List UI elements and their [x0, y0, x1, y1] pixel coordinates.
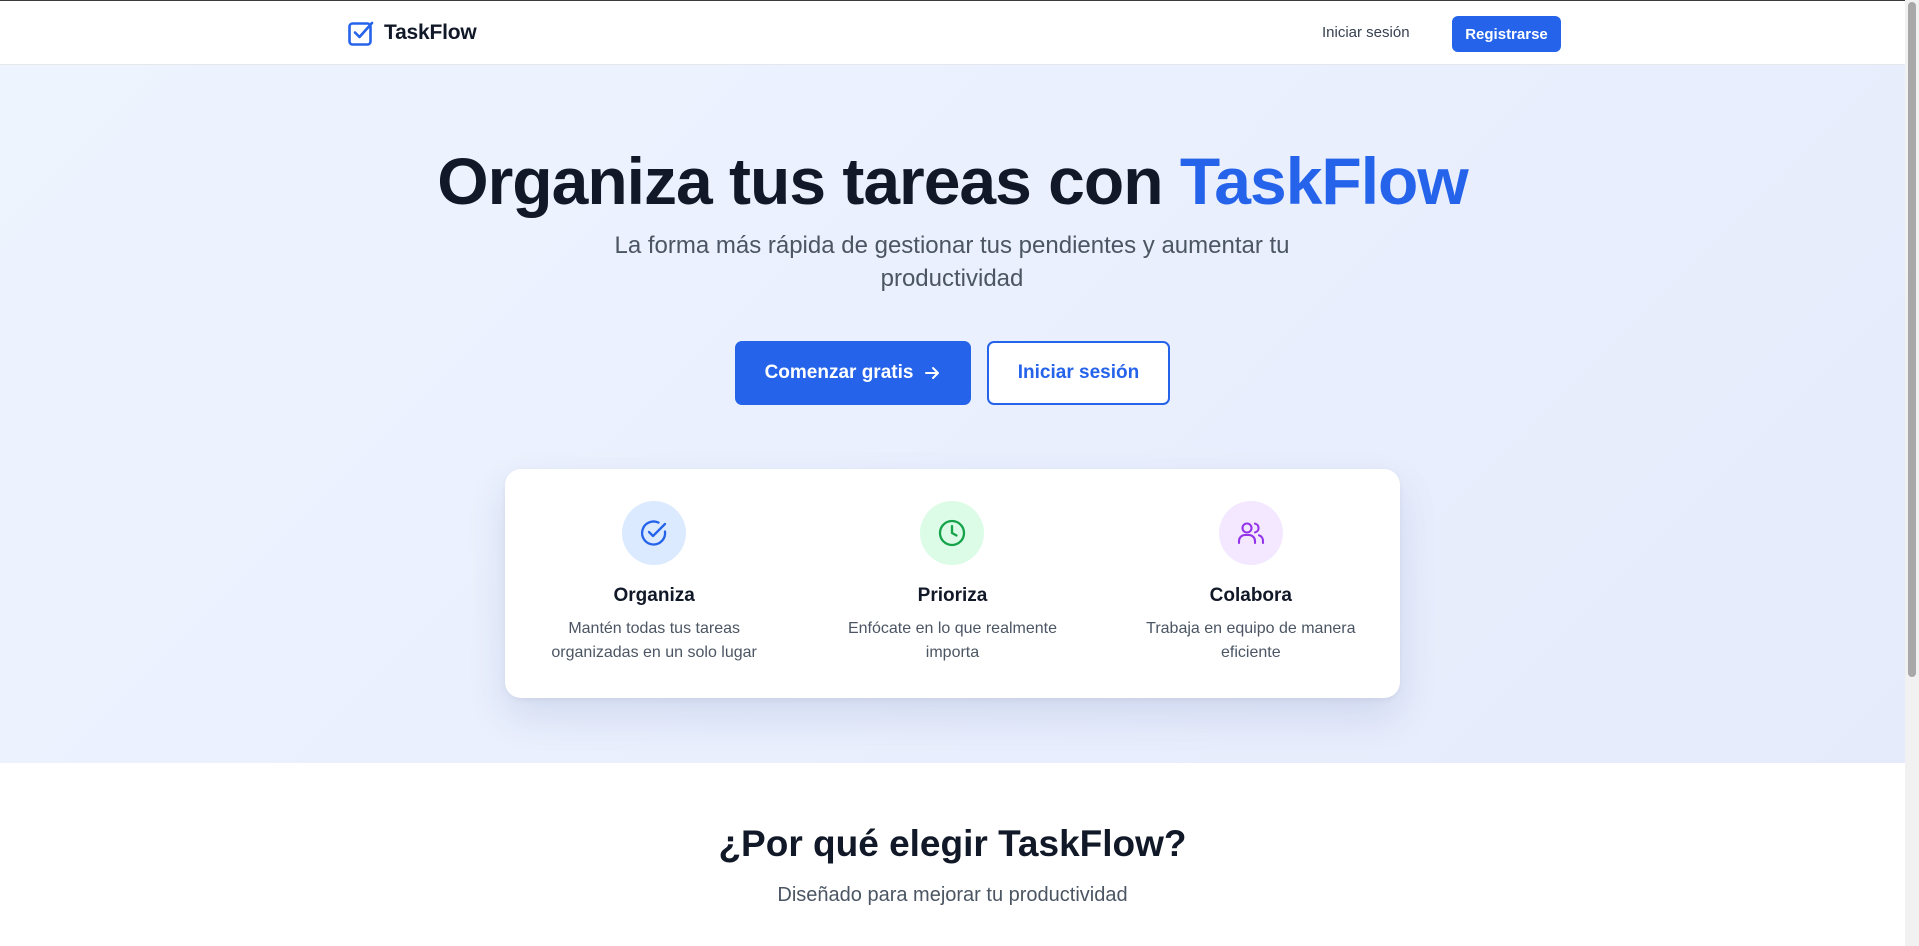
why-title: ¿Por qué elegir TaskFlow?: [718, 823, 1187, 864]
hero-title: Organiza tus tareas con TaskFlow: [0, 143, 1905, 219]
feature-title: Colabora: [1209, 585, 1292, 606]
features-card: Organiza Mantén todas tus tareas organiz…: [505, 469, 1400, 698]
brand-name: TaskFlow: [384, 21, 477, 44]
feature-description: Trabaja en equipo de manera eficiente: [1146, 620, 1356, 661]
checkbox-logo-icon: [348, 21, 374, 46]
clock-icon: [939, 519, 966, 547]
nav-login-link[interactable]: Iniciar sesión: [1322, 24, 1410, 41]
hero-title-main: Organiza tus tareas con: [437, 144, 1180, 218]
why-subtitle: Diseñado para mejorar tu productividad: [777, 884, 1128, 906]
start-free-button[interactable]: Comenzar gratis: [735, 341, 971, 405]
start-free-label: Comenzar gratis: [764, 362, 914, 383]
check-circle-icon: [641, 520, 667, 546]
scrollbar-thumb[interactable]: [1908, 2, 1916, 677]
landing-page: TaskFlow Iniciar sesión Registrarse Orga…: [0, 0, 1905, 946]
hero-subtitle: La forma más rápida de gestionar tus pen…: [614, 232, 1290, 292]
nav-signup-button[interactable]: Registrarse: [1452, 16, 1561, 52]
hero-title-accent: TaskFlow: [1179, 144, 1469, 218]
feature-description: Mantén todas tus tareas organizadas en u…: [551, 620, 757, 661]
users-icon: [1237, 522, 1264, 545]
feature-organiza: Organiza Mantén todas tus tareas organiz…: [505, 469, 803, 698]
feature-icon-wrapper: [622, 501, 687, 565]
feature-title: Prioriza: [917, 585, 988, 606]
brand-logo[interactable]: TaskFlow: [347, 19, 477, 47]
feature-icon-wrapper: [1218, 501, 1283, 565]
vertical-scrollbar[interactable]: [1905, 0, 1919, 946]
top-navbar: TaskFlow Iniciar sesión Registrarse: [0, 0, 1905, 65]
hero-section: Organiza tus tareas con TaskFlow La form…: [0, 65, 1905, 763]
arrow-right-icon: [925, 367, 940, 379]
feature-colabora: Colabora Trabaja en equipo de manera efi…: [1102, 469, 1400, 698]
feature-icon-wrapper: [920, 501, 985, 565]
feature-prioriza: Prioriza Enfócate en lo que realmente im…: [803, 469, 1101, 698]
feature-title: Organiza: [613, 585, 695, 606]
hero-login-button[interactable]: Iniciar sesión: [987, 341, 1170, 405]
feature-description: Enfócate en lo que realmente importa: [847, 620, 1057, 661]
